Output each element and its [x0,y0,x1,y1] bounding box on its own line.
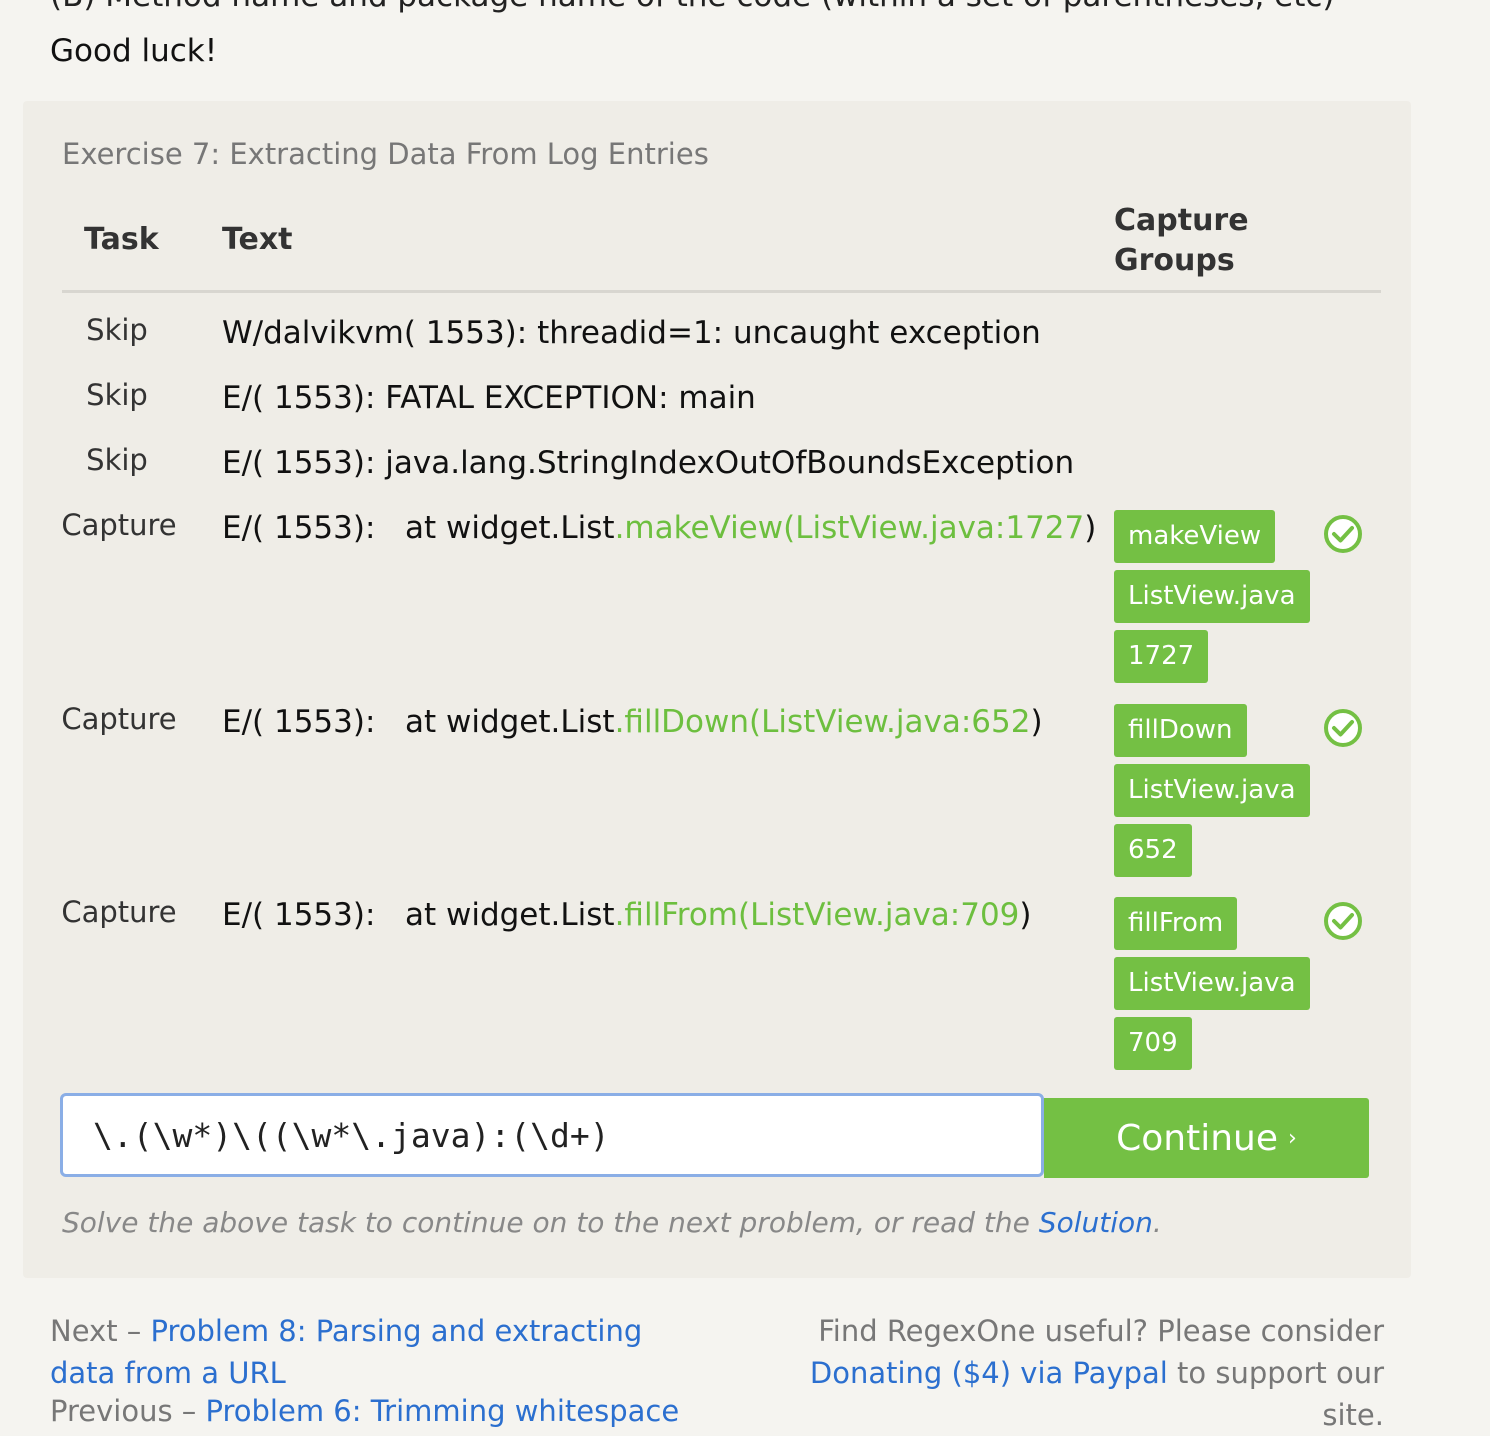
row-text-match: .fillDown(ListView.java:652 [614,704,1031,740]
row-text-suffix: ) [1019,897,1032,933]
footer-donate: Find RegexOne useful? Please consider Don… [760,1310,1384,1436]
row-text-prefix: E/( 1553): at widget.List [222,510,615,546]
capture-group-chip: 1727 [1114,630,1209,683]
good-luck-text: Good luck! [50,33,218,69]
header-groups-line1: Capture [1114,203,1249,238]
capture-group-chip: fillFrom [1114,897,1238,950]
exercise-panel: Exercise 7: Extracting Data From Log Ent… [23,101,1411,1278]
regex-input-wrapper [60,1093,1044,1177]
donate-end: to support our site. [1167,1356,1384,1432]
row-text: E/( 1553): at widget.List.makeView(ListV… [222,510,1096,546]
donate-text: Find RegexOne useful? Please consider [818,1314,1384,1348]
chevron-right-icon: › [1288,1125,1297,1151]
capture-group-chip: 652 [1114,824,1192,877]
regex-input[interactable] [63,1096,1041,1174]
row-text-prefix: E/( 1553): java.lang.StringIndexOutOfBou… [222,445,1075,481]
capture-group-chip: fillDown [1114,704,1247,757]
header-text: Text [222,222,293,257]
footer-next: Next – Problem 8: Parsing and extracting… [50,1310,710,1394]
solution-link[interactable]: Solution [1039,1206,1153,1239]
row-task-label: Skip [86,378,148,412]
header-groups-line2: Groups [1114,243,1235,278]
hint-text-end: . [1152,1206,1162,1239]
row-text-prefix: E/( 1553): at widget.List [222,704,615,740]
check-circle-icon [1324,902,1362,940]
row-text-prefix: E/( 1553): at widget.List [222,897,615,933]
check-circle-icon [1324,515,1362,553]
capture-group-chip: 709 [1114,1017,1192,1070]
next-prefix: Next – [50,1314,151,1348]
row-task-label: Skip [86,443,148,477]
continue-label: Continue [1116,1117,1279,1159]
footer-previous: Previous – Problem 6: Trimming whitespac… [50,1394,679,1428]
row-text-prefix: W/dalvikvm( 1553): threadid=1: uncaught … [222,315,1041,351]
previous-problem-link[interactable]: Problem 6: Trimming whitespace [206,1394,680,1428]
row-text: E/( 1553): FATAL EXCEPTION: main [222,380,756,416]
header-divider [62,290,1381,293]
hint-text-body: Solve the above task to continue on to t… [62,1206,1039,1239]
row-text-suffix: ) [1084,510,1097,546]
row-text-match: .fillFrom(ListView.java:709 [614,897,1020,933]
continue-button[interactable]: Continue › [1044,1098,1369,1178]
row-text: E/( 1553): at widget.List.fillDown(ListV… [222,704,1043,740]
hint-text: Solve the above task to continue on to t… [62,1206,1162,1239]
capture-group-chip: ListView.java [1114,764,1310,817]
row-text-prefix: E/( 1553): FATAL EXCEPTION: main [222,380,756,416]
header-capture-groups: Capture Groups [1114,201,1249,281]
capture-group-chip: ListView.java [1114,570,1310,623]
row-text: W/dalvikvm( 1553): threadid=1: uncaught … [222,315,1041,351]
capture-group-chip: makeView [1114,510,1276,563]
donate-link[interactable]: Donating ($4) via Paypal [810,1356,1168,1390]
capture-group-chip: ListView.java [1114,957,1310,1010]
previous-paragraph-clipped: (B) Method name and package name of the … [50,0,1335,14]
row-text-suffix: ) [1030,704,1043,740]
row-text: E/( 1553): java.lang.StringIndexOutOfBou… [222,445,1074,481]
row-task-label: Capture [61,508,177,542]
exercise-title: Exercise 7: Extracting Data From Log Ent… [62,137,709,171]
row-text: E/( 1553): at widget.List.fillFrom(ListV… [222,897,1032,933]
row-text-match: .makeView(ListView.java:1727 [614,510,1085,546]
header-task: Task [84,222,159,257]
check-circle-icon [1324,709,1362,747]
prev-prefix: Previous – [50,1394,206,1428]
row-task-label: Capture [61,895,177,929]
row-task-label: Skip [86,313,148,347]
row-task-label: Capture [61,702,177,736]
